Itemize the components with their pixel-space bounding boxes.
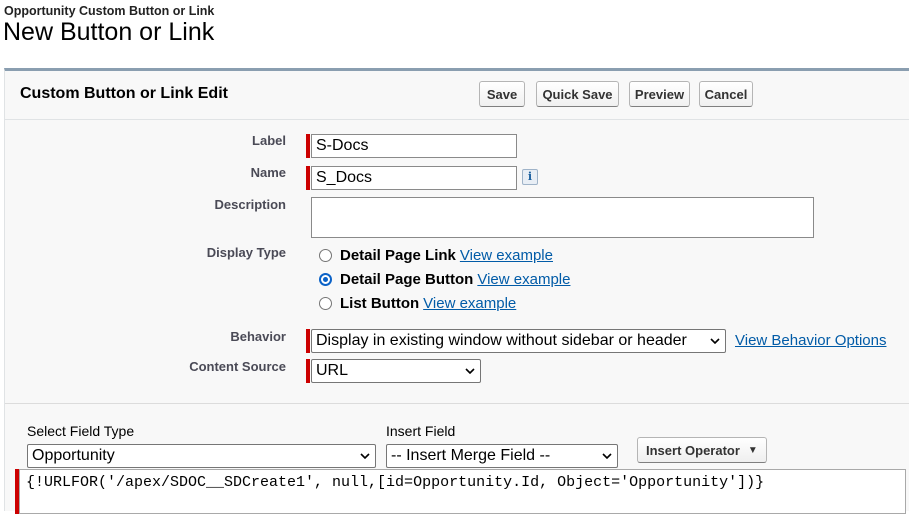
- insert-field-select[interactable]: -- Insert Merge Field --: [386, 444, 618, 468]
- radio-list-button[interactable]: [319, 297, 332, 310]
- content-source-caption: Content Source: [189, 359, 286, 374]
- chevron-down-icon: [602, 453, 612, 459]
- radio-detail-page-button[interactable]: [319, 273, 332, 286]
- name-caption: Name: [250, 165, 286, 180]
- display-type-option-detail-page-button: Detail Page Button View example: [319, 271, 570, 288]
- required-marker: [306, 166, 310, 190]
- radio-label: Detail Page Link: [340, 247, 456, 264]
- section-divider: [5, 403, 909, 404]
- page-title: New Button or Link: [3, 18, 215, 46]
- description-caption: Description: [214, 197, 286, 212]
- insert-operator-button[interactable]: Insert Operator ▼: [637, 437, 767, 463]
- insert-operator-label: Insert Operator: [646, 442, 740, 458]
- required-marker: [306, 329, 310, 353]
- radio-label: List Button: [340, 295, 420, 312]
- quick-save-button[interactable]: Quick Save: [536, 81, 619, 107]
- panel-header: Custom Button or Link Edit Save Quick Sa…: [5, 71, 909, 120]
- display-type-option-detail-page-link: Detail Page Link View example: [319, 247, 553, 264]
- behavior-caption: Behavior: [230, 329, 286, 344]
- panel-title: Custom Button or Link Edit: [20, 85, 228, 102]
- radio-label: Detail Page Button: [340, 271, 474, 288]
- save-button[interactable]: Save: [479, 81, 525, 107]
- select-field-type-caption: Select Field Type: [27, 423, 135, 439]
- name-input[interactable]: [311, 166, 517, 190]
- field-type-select[interactable]: Opportunity: [27, 444, 376, 468]
- chevron-down-icon: [360, 453, 370, 459]
- breadcrumb: Opportunity Custom Button or Link: [4, 4, 215, 18]
- display-type-caption: Display Type: [206, 245, 286, 260]
- caret-down-icon: ▼: [747, 444, 758, 456]
- display-type-option-list-button: List Button View example: [319, 295, 516, 312]
- chevron-down-icon: [465, 368, 475, 374]
- edit-panel: Custom Button or Link Edit Save Quick Sa…: [4, 68, 909, 514]
- chevron-down-icon: [710, 338, 720, 344]
- info-icon[interactable]: i: [522, 169, 538, 185]
- view-example-link[interactable]: View example: [423, 295, 516, 312]
- description-textarea[interactable]: [311, 197, 814, 238]
- radio-detail-page-link[interactable]: [319, 249, 332, 262]
- required-marker: [306, 359, 310, 383]
- behavior-select[interactable]: Display in existing window without sideb…: [311, 329, 726, 353]
- cancel-button[interactable]: Cancel: [699, 81, 753, 107]
- view-example-link[interactable]: View example: [477, 271, 570, 288]
- field-type-selected-value: Opportunity: [32, 447, 115, 464]
- insert-field-selected-value: -- Insert Merge Field --: [391, 447, 551, 464]
- view-behavior-options-link[interactable]: View Behavior Options: [735, 332, 886, 349]
- content-source-select[interactable]: URL: [311, 359, 481, 383]
- view-example-link[interactable]: View example: [460, 247, 553, 264]
- preview-button[interactable]: Preview: [629, 81, 690, 107]
- formula-textarea[interactable]: {!URLFOR('/apex/SDOC__SDCreate1', null,[…: [19, 469, 906, 514]
- insert-field-caption: Insert Field: [386, 423, 456, 439]
- content-source-selected-value: URL: [316, 362, 349, 379]
- label-input[interactable]: [311, 134, 517, 158]
- behavior-selected-value: Display in existing window without sideb…: [316, 332, 687, 349]
- required-marker: [306, 134, 310, 158]
- label-caption: Label: [252, 133, 286, 148]
